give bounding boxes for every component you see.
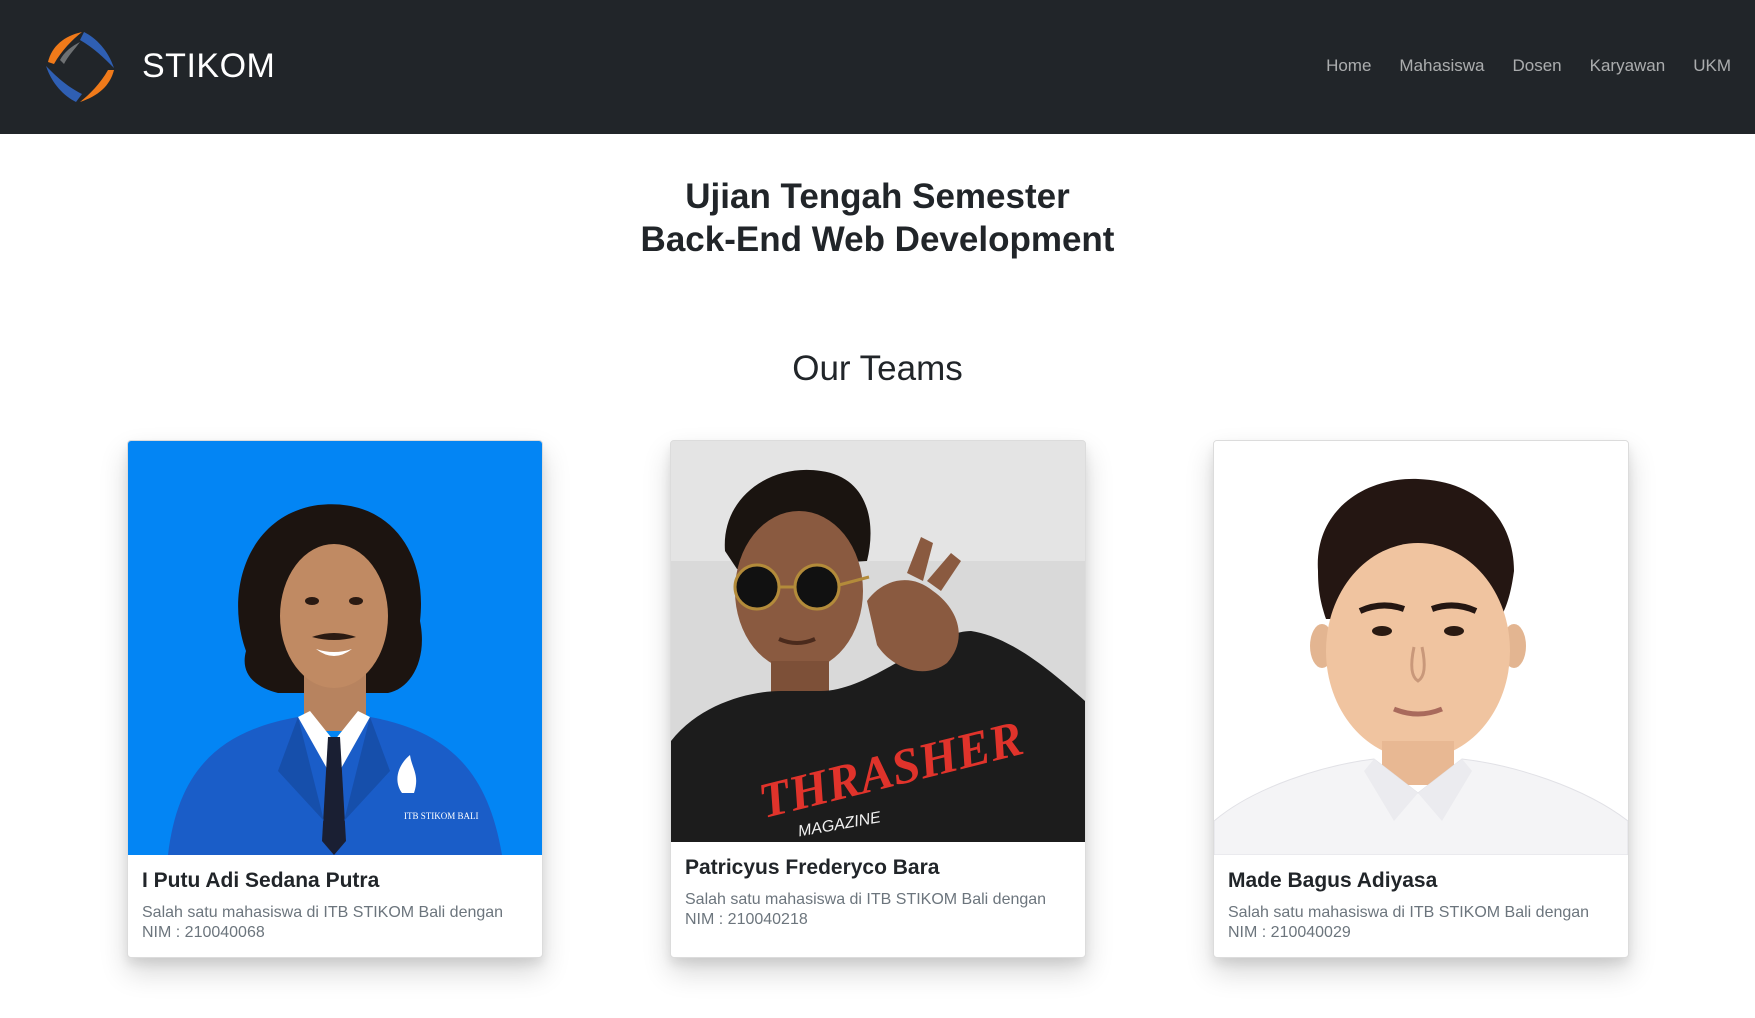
hero: Ujian Tengah Semester Back-End Web Devel… xyxy=(0,175,1755,261)
member-nim: NIM : 210040029 xyxy=(1228,924,1351,941)
person-photo-1: ITB STIKOM BALI xyxy=(128,441,542,855)
team-card: THRASHER MAGAZINE Patricyus Frederyco Ba… xyxy=(670,440,1086,958)
member-name: I Putu Adi Sedana Putra xyxy=(142,869,380,892)
member-description: Salah satu mahasiswa di ITB STIKOM Bali … xyxy=(142,903,528,943)
navbar: STIKOM Home Mahasiswa Dosen Karyawan UKM xyxy=(0,0,1755,134)
member-description: Salah satu mahasiswa di ITB STIKOM Bali … xyxy=(685,890,1071,930)
member-name: Patricyus Frederyco Bara xyxy=(685,856,940,879)
card-body: Made Bagus Adiyasa Salah satu mahasiswa … xyxy=(1228,869,1614,943)
nav-link-ukm[interactable]: UKM xyxy=(1679,52,1745,80)
hero-title-line2: Back-End Web Development xyxy=(640,220,1115,259)
team-photo xyxy=(1214,441,1628,855)
card-body: Patricyus Frederyco Bara Salah satu maha… xyxy=(685,856,1071,930)
member-desc-text: Salah satu mahasiswa di ITB STIKOM Bali … xyxy=(685,891,1047,908)
nav-link-karyawan[interactable]: Karyawan xyxy=(1576,52,1680,80)
brand-text: STIKOM xyxy=(142,46,276,85)
nav-link-home[interactable]: Home xyxy=(1312,52,1385,80)
team-photo: ITB STIKOM BALI xyxy=(128,441,542,855)
member-desc-text: Salah satu mahasiswa di ITB STIKOM Bali … xyxy=(1228,904,1590,921)
member-nim: NIM : 210040068 xyxy=(142,924,265,941)
team-card: ITB STIKOM BALI I Putu Adi Sedana Putra … xyxy=(127,440,543,958)
nav-link-mahasiswa[interactable]: Mahasiswa xyxy=(1385,52,1498,80)
team-photo: THRASHER MAGAZINE xyxy=(671,441,1085,842)
card-body: I Putu Adi Sedana Putra Salah satu mahas… xyxy=(142,869,528,943)
jacket-logo-text: ITB STIKOM BALI xyxy=(404,811,479,821)
team-card: Made Bagus Adiyasa Salah satu mahasiswa … xyxy=(1213,440,1629,958)
section-title: Our Teams xyxy=(792,349,963,388)
stikom-logo-icon xyxy=(46,32,114,102)
brand-link[interactable]: STIKOM xyxy=(38,22,275,110)
hero-title: Ujian Tengah Semester Back-End Web Devel… xyxy=(0,175,1755,261)
person-photo-3 xyxy=(1214,441,1628,855)
hero-title-line1: Ujian Tengah Semester xyxy=(685,177,1070,216)
nav-link-dosen[interactable]: Dosen xyxy=(1498,52,1575,80)
member-description: Salah satu mahasiswa di ITB STIKOM Bali … xyxy=(1228,903,1614,943)
member-desc-text: Salah satu mahasiswa di ITB STIKOM Bali … xyxy=(142,904,504,921)
member-nim: NIM : 210040218 xyxy=(685,911,808,928)
nav-menu: Home Mahasiswa Dosen Karyawan UKM xyxy=(1312,52,1745,80)
person-photo-2: THRASHER MAGAZINE xyxy=(671,441,1085,842)
member-name: Made Bagus Adiyasa xyxy=(1228,869,1438,892)
